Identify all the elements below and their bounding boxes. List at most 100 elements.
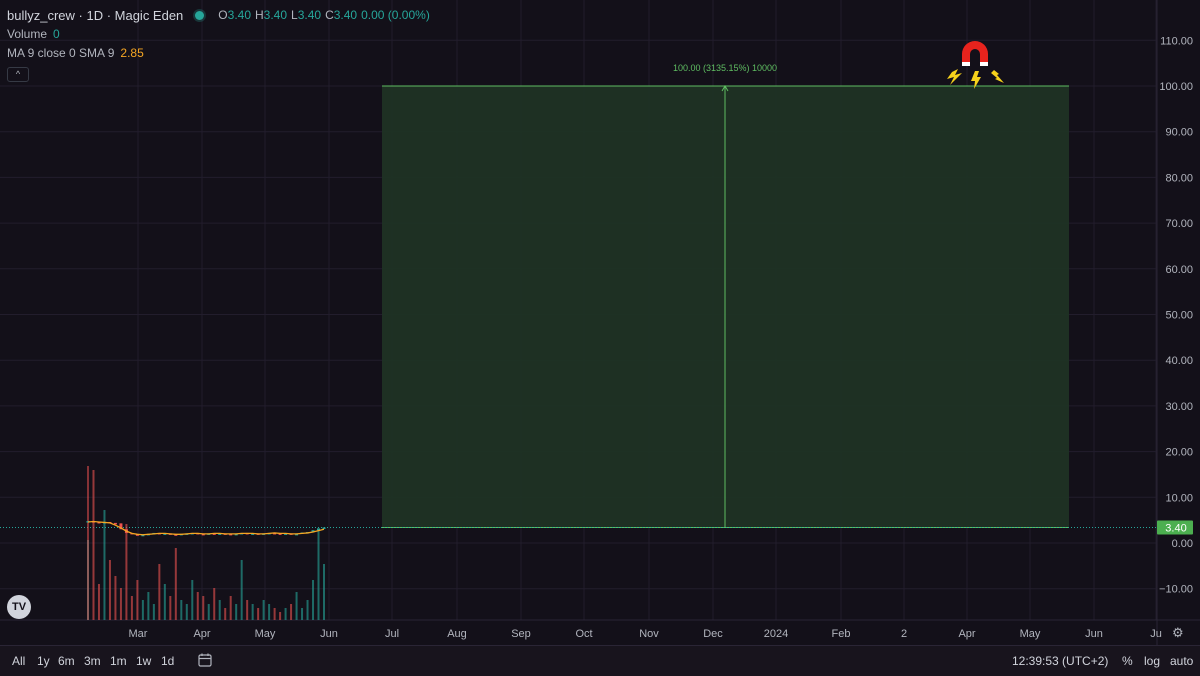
calendar-range-icon[interactable] (198, 653, 212, 667)
volume-bar (92, 470, 95, 620)
y-tick-label: 20.00 (1165, 447, 1193, 459)
volume-bar (141, 600, 144, 620)
x-tick-label: Apr (193, 628, 210, 640)
magnet-icon (947, 41, 1004, 89)
market-status-icon (195, 11, 205, 20)
ohlc-close-value: 3.40 (333, 8, 358, 22)
volume-bar (114, 576, 117, 620)
y-tick-label: 80.00 (1165, 172, 1193, 184)
ma-row[interactable]: MA 9 close 0 SMA 9 2.85 (7, 44, 430, 63)
volume-bar (174, 548, 177, 620)
volume-bar (213, 588, 216, 620)
volume-bar (125, 524, 128, 620)
ohlc-high-value: 3.40 (263, 8, 288, 22)
symbol-row: bullyz_crew · 1D · Magic Eden O 3.40 H 3.4… (7, 6, 430, 25)
x-tick-label: Jun (1085, 628, 1103, 640)
volume-bar (312, 580, 315, 620)
tradingview-logo[interactable]: TV (7, 595, 31, 619)
volume-bar (136, 580, 139, 620)
volume-bar (202, 596, 205, 620)
ohlc-low-value: 3.40 (297, 8, 322, 22)
ohlc-open-key: O (218, 8, 228, 22)
x-tick-label: Dec (703, 628, 723, 640)
y-tick-label: 10.00 (1165, 492, 1193, 504)
range-1w-button[interactable]: 1w (136, 654, 151, 668)
range-all-button[interactable]: All (12, 654, 25, 668)
y-tick-label: 90.00 (1165, 127, 1193, 139)
volume-bar (97, 584, 100, 620)
long-position-label: 100.00 (3135.15%) 10000 (673, 63, 777, 73)
volume-row[interactable]: Volume 0 (7, 25, 430, 44)
volume-bar (191, 580, 194, 620)
x-tick-label: Apr (958, 628, 975, 640)
x-tick-label: May (255, 628, 276, 640)
log-scale-button[interactable]: log (1144, 654, 1160, 668)
y-tick-label: 60.00 (1165, 264, 1193, 276)
volume-bar (268, 604, 271, 620)
range-1m-button[interactable]: 1m (110, 654, 127, 668)
percent-scale-button[interactable]: % (1122, 654, 1133, 668)
volume-bar (103, 510, 106, 620)
collapse-legend-button[interactable]: ^ (7, 67, 29, 82)
y-tick-label: 100.00 (1159, 81, 1193, 93)
current-price-label: 3.40 (1165, 522, 1186, 534)
time-readout[interactable]: 12:39:53 (UTC+2) (1012, 654, 1108, 668)
volume-bar (180, 600, 183, 620)
range-6m-button[interactable]: 6m (58, 654, 75, 668)
volume-bar (169, 596, 172, 620)
volume-bar (290, 604, 293, 620)
volume-bar (279, 612, 282, 620)
logo-text: TV (11, 601, 27, 613)
y-tick-label: 50.00 (1165, 310, 1193, 322)
volume-bar (229, 596, 232, 620)
range-1y-button[interactable]: 1y (37, 654, 50, 668)
x-tick-label: Aug (447, 628, 467, 640)
volume-bar (301, 608, 304, 620)
x-tick-label: 2024 (764, 628, 788, 640)
settings-gear-icon[interactable]: ⚙ (1172, 626, 1186, 640)
volume-bar (147, 592, 150, 620)
x-tick-label: Jul (385, 628, 399, 640)
y-tick-label: −10.00 (1159, 584, 1193, 596)
volume-bar (262, 600, 265, 620)
volume-bar (163, 584, 166, 620)
x-tick-label: Feb (832, 628, 851, 640)
volume-label: Volume (7, 27, 48, 41)
range-1d-button[interactable]: 1d (161, 654, 174, 668)
volume-bar (152, 604, 155, 620)
ohlc-open-value: 3.40 (227, 8, 251, 22)
volume-bar (273, 608, 276, 620)
candle (322, 527, 326, 529)
x-tick-label: Jun (320, 628, 338, 640)
volume-value: 0 (53, 27, 60, 41)
chevron-up-icon: ^ (15, 69, 21, 79)
volume-bar (158, 564, 161, 620)
x-tick-label: Sep (511, 628, 531, 640)
ma-label: MA 9 close 0 SMA 9 (7, 46, 115, 60)
x-tick-label: Oct (575, 628, 592, 640)
volume-bar (246, 600, 249, 620)
range-3m-button[interactable]: 3m (84, 654, 101, 668)
volume-bar (317, 530, 320, 620)
chart-legend: bullyz_crew · 1D · Magic Eden O 3.40 H 3.4… (7, 6, 430, 82)
ma-value: 2.85 (120, 46, 144, 60)
chart-canvas[interactable]: 110.00 100.00 90.00 80.00 70.00 60.00 50.00 40.… (0, 0, 1200, 645)
volume-bar (235, 604, 238, 620)
volume-bar (108, 560, 111, 620)
ohlc-change-value: 0.00 (0.00%) (361, 8, 430, 22)
volume-bar (130, 596, 133, 620)
x-tick-label: Nov (639, 628, 659, 640)
y-tick-label: 30.00 (1165, 401, 1193, 413)
symbol-title[interactable]: bullyz_crew · 1D · Magic Eden (7, 6, 183, 25)
volume-bar (224, 608, 227, 620)
auto-scale-button[interactable]: auto (1170, 654, 1193, 668)
volume-bar (185, 604, 188, 620)
bottom-toolbar: All 1y 6m 3m 1m 1w 1d 12:39:53 (UTC+2) %… (0, 645, 1200, 676)
x-tick-label: Mar (129, 628, 148, 640)
volume-bar (257, 608, 260, 620)
y-tick-label: 110.00 (1160, 35, 1193, 47)
volume-bar (323, 564, 325, 620)
x-tick-label: Ju (1150, 628, 1162, 640)
volume-bar (196, 592, 199, 620)
x-tick-label: 2 (901, 628, 907, 640)
